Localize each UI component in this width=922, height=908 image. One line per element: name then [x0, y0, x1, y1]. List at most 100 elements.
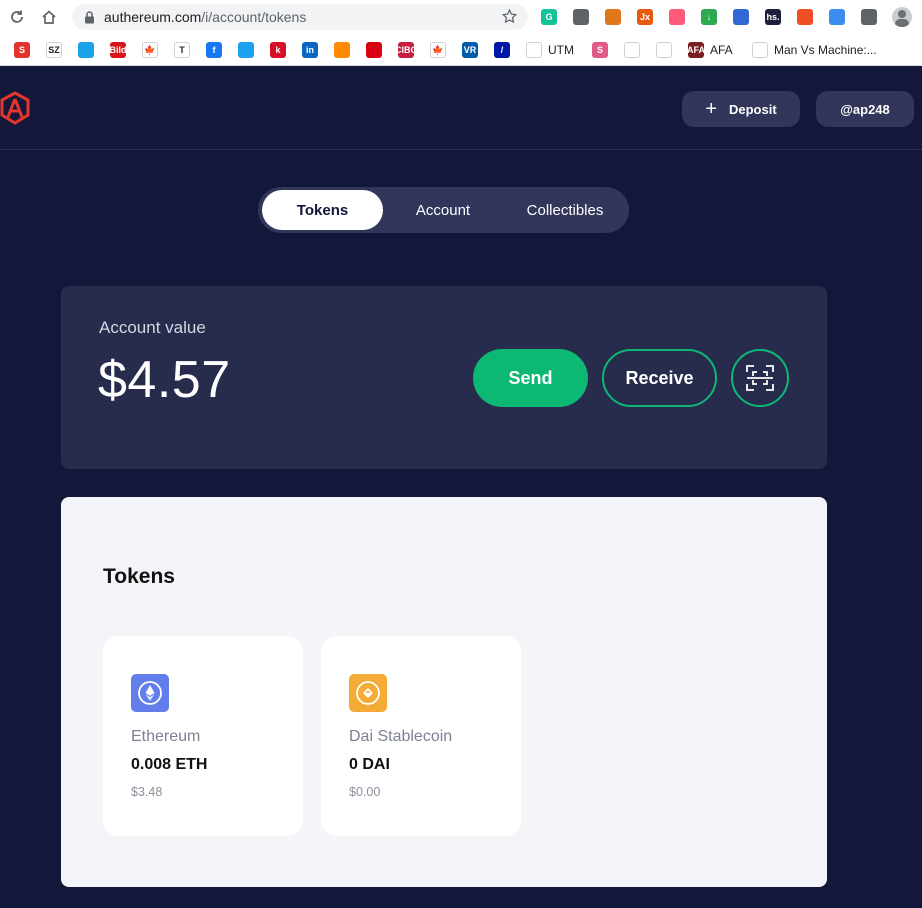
- url-path: /i/account/tokens: [201, 9, 307, 25]
- tab-tokens-label: Tokens: [296, 201, 349, 219]
- bild-favicon: Bild: [110, 42, 127, 58]
- tab-account-label: Account: [415, 201, 471, 219]
- user-handle: @ap248: [840, 101, 890, 117]
- bookmark-item[interactable]: [78, 42, 100, 58]
- github-favicon: [752, 42, 768, 58]
- cloud-extension-icon[interactable]: [829, 9, 845, 25]
- bookmark-item[interactable]: in: [302, 42, 324, 58]
- bars-favicon: [624, 42, 640, 58]
- vr-favicon: VR: [462, 42, 478, 58]
- bookmark-label: UTM: [548, 43, 574, 57]
- token-amount: 0.008 ETH: [131, 756, 208, 773]
- bookmark-item[interactable]: [334, 42, 356, 58]
- s-red-favicon: S: [14, 42, 30, 58]
- receive-label: Receive: [625, 367, 694, 388]
- profile-avatar[interactable]: [892, 7, 912, 27]
- authereum-logo-icon[interactable]: [0, 91, 30, 130]
- bookmark-item[interactable]: T: [174, 42, 196, 58]
- bookmark-item[interactable]: [238, 42, 260, 58]
- tab-tokens[interactable]: Tokens: [262, 190, 383, 230]
- token-name: Ethereum: [131, 728, 201, 745]
- token-card-ethereum[interactable]: Ethereum 0.008 ETH $3.48: [103, 636, 303, 836]
- puzzle-icon[interactable]: [861, 9, 877, 25]
- app-header: + Deposit @ap248: [0, 67, 922, 150]
- download-extension-icon[interactable]: ↓: [701, 9, 717, 25]
- jx-extension-icon[interactable]: Jx: [637, 9, 653, 25]
- tab-collectibles-label: Collectibles: [526, 201, 604, 219]
- afa-favicon: AFA: [687, 42, 705, 58]
- user-account-button[interactable]: @ap248: [816, 91, 914, 127]
- metamask-icon[interactable]: [605, 9, 621, 25]
- tokens-heading: Tokens: [103, 565, 175, 588]
- bookmark-item[interactable]: [366, 42, 388, 58]
- address-bar[interactable]: authereum.com/i/account/tokens: [72, 4, 528, 30]
- funnel-favicon: [334, 42, 350, 58]
- lock-icon: [84, 11, 95, 29]
- bookmark-item[interactable]: [656, 42, 678, 58]
- token-fiat-value: $0.00: [349, 785, 381, 799]
- heart-extension-icon[interactable]: [797, 9, 813, 25]
- graduation-cap-icon[interactable]: [733, 9, 749, 25]
- utm-favicon: [526, 42, 542, 58]
- tab-account[interactable]: Account: [383, 190, 503, 230]
- hsbc-favicon: [366, 42, 382, 58]
- sz-favicon: SZ: [46, 42, 62, 58]
- bookmark-item[interactable]: S: [14, 42, 36, 58]
- bookmark-label: Man Vs Machine:...: [774, 43, 877, 57]
- token-fiat-value: $3.48: [131, 785, 163, 799]
- bookmark-item[interactable]: 🍁: [430, 42, 452, 58]
- plus-icon: +: [705, 98, 717, 120]
- tokens-panel: Tokens Ethereum 0.008 ETH $3.48 Dai Stab…: [61, 497, 827, 887]
- bookmark-item[interactable]: f: [206, 42, 228, 58]
- tab-collectibles[interactable]: Collectibles: [503, 190, 627, 230]
- twitter-favicon: [238, 42, 254, 58]
- url-host: authereum.com: [104, 9, 202, 25]
- deposit-button[interactable]: + Deposit: [682, 91, 800, 127]
- send-label: Send: [508, 367, 553, 388]
- home-icon[interactable]: [38, 6, 60, 28]
- browser-toolbar: authereum.com/i/account/tokens G Jx ↓ hs.: [0, 0, 922, 34]
- grammarly-icon[interactable]: G: [541, 9, 557, 25]
- deposit-label: Deposit: [729, 101, 777, 117]
- bookmark-item[interactable]: k: [270, 42, 292, 58]
- bookmark-item[interactable]: S: [592, 42, 614, 58]
- token-card-dai[interactable]: Dai Stablecoin 0 DAI $0.00: [321, 636, 521, 836]
- nyt-favicon: T: [174, 42, 190, 58]
- canada-leaf-favicon: 🍁: [430, 42, 446, 58]
- circle-extension-icon[interactable]: [573, 9, 589, 25]
- bookmark-item[interactable]: SZ: [46, 42, 68, 58]
- maple-leaf-favicon: 🍁: [142, 42, 158, 58]
- bookmark-item[interactable]: Man Vs Machine:...: [752, 42, 877, 58]
- edge-favicon: [78, 42, 94, 58]
- cibc-favicon: CIBC: [395, 42, 417, 58]
- bookmark-item[interactable]: AFA AFA: [687, 42, 733, 58]
- account-value-label: Account value: [99, 318, 206, 337]
- bookmark-item[interactable]: CIBC: [395, 42, 420, 58]
- bookmark-label: AFA: [710, 43, 733, 57]
- bookmark-item[interactable]: 🍁: [142, 42, 164, 58]
- linkedin-favicon: in: [302, 42, 318, 58]
- deutsche-bank-favicon: /: [494, 42, 510, 58]
- k-favicon: k: [270, 42, 286, 58]
- token-name: Dai Stablecoin: [349, 728, 453, 745]
- bookmark-item[interactable]: UTM: [526, 42, 574, 58]
- reload-icon[interactable]: [6, 6, 28, 28]
- bookmark-item[interactable]: VR: [462, 42, 484, 58]
- s-pink-favicon: S: [592, 42, 608, 58]
- tab-bar: Tokens Account Collectibles: [258, 187, 629, 233]
- account-value-card: Account value $4.57 Send Receive: [61, 286, 827, 469]
- scan-qr-button[interactable]: [731, 349, 789, 407]
- receive-button[interactable]: Receive: [602, 349, 717, 407]
- bookmark-item[interactable]: [624, 42, 646, 58]
- account-value-amount: $4.57: [98, 351, 231, 409]
- bookmark-star-icon[interactable]: [501, 8, 518, 30]
- send-button[interactable]: Send: [473, 349, 588, 407]
- facebook-favicon: f: [206, 42, 222, 58]
- bookmark-item[interactable]: Bild: [110, 42, 132, 58]
- bookmark-item[interactable]: /: [494, 42, 516, 58]
- url-text: authereum.com/i/account/tokens: [104, 9, 306, 25]
- hs-extension-icon[interactable]: hs.: [765, 9, 781, 25]
- dai-icon: [349, 674, 387, 712]
- arrow-extension-icon[interactable]: [669, 9, 685, 25]
- bookmarks-bar: S SZ Bild 🍁 Tf k in CIBC 🍁 VR / UTM S AFA AFA Man Vs Ma…: [0, 34, 922, 66]
